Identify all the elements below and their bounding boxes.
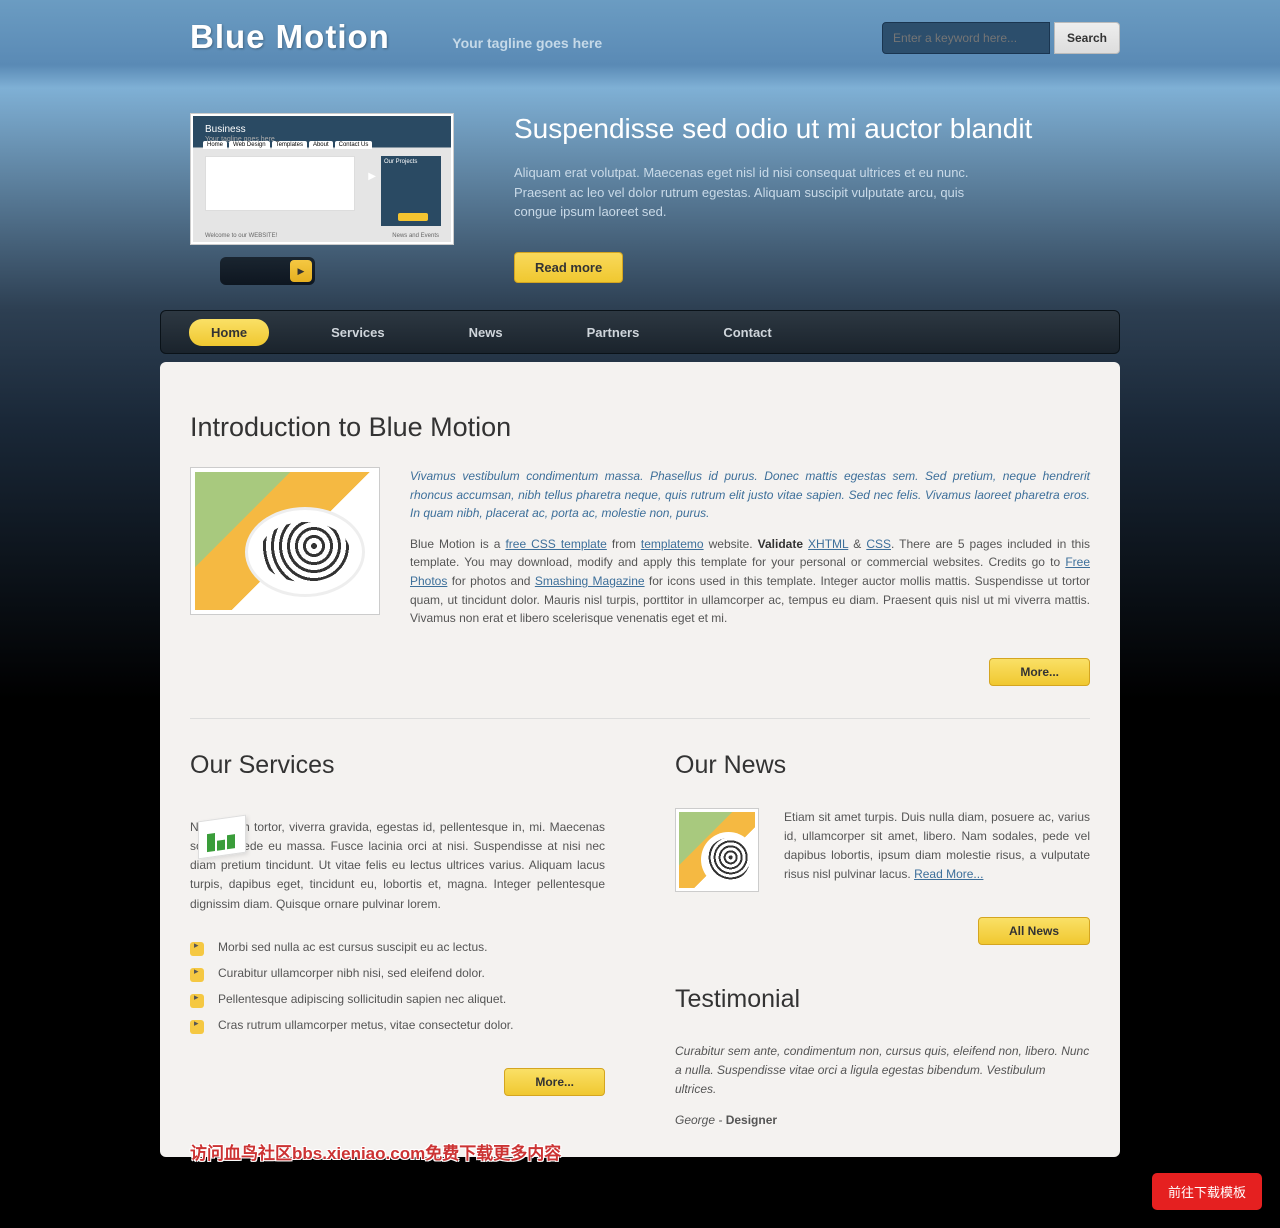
services-list: Morbi sed nulla ac est cursus suscipit e…	[190, 934, 605, 1038]
search-input[interactable]	[882, 22, 1050, 54]
download-template-button[interactable]: 前往下载模板	[1152, 1173, 1262, 1210]
services-more-button[interactable]: More...	[504, 1068, 605, 1096]
news-read-more-link[interactable]: Read More...	[914, 867, 983, 881]
news-column: Our News Etiam sit amet turpis. Duis nul…	[675, 751, 1090, 1128]
thumb-tab: About	[309, 141, 333, 149]
list-item: Morbi sed nulla ac est cursus suscipit e…	[190, 934, 605, 960]
nav-services[interactable]: Services	[309, 319, 407, 346]
nav-contact[interactable]: Contact	[701, 319, 793, 346]
list-item: Pellentesque adipiscing sollicitudin sap…	[190, 986, 605, 1012]
chevron-right-icon: ▶	[368, 171, 376, 182]
news-body: Etiam sit amet turpis. Duis nulla diam, …	[784, 808, 1090, 892]
play-icon[interactable]: ▶	[290, 260, 312, 282]
main-nav: Home Services News Partners Contact	[160, 310, 1120, 354]
nav-news[interactable]: News	[447, 319, 525, 346]
intro-body: Blue Motion is a free CSS template from …	[410, 535, 1090, 628]
intro-heading: Introduction to Blue Motion	[190, 412, 1090, 443]
all-news-button[interactable]: All News	[978, 917, 1090, 945]
news-image	[675, 808, 759, 892]
read-more-button[interactable]: Read more	[514, 252, 623, 283]
header: Blue Motion Your tagline goes here Searc…	[160, 0, 1120, 88]
search-form: Search	[882, 22, 1120, 54]
nav-partners[interactable]: Partners	[565, 319, 662, 346]
link-templatemo[interactable]: templatemo	[641, 537, 704, 551]
services-column: Our Services Nam lorem tortor, viverra g…	[190, 751, 605, 1128]
site-logo: Blue Motion	[190, 18, 390, 56]
thumb-tab: Web Design	[229, 141, 270, 149]
hero-body: Aliquam erat volutpat. Maecenas eget nis…	[514, 163, 994, 222]
hero-title: Suspendisse sed odio ut mi auctor blandi…	[514, 113, 1032, 145]
slideshow-controls: ▶	[220, 257, 315, 285]
nav-home[interactable]: Home	[189, 319, 269, 346]
link-smashing[interactable]: Smashing Magazine	[535, 574, 645, 588]
hero-section: Business Your tagline goes here Home Web…	[160, 88, 1120, 285]
testimonial-quote: Curabitur sem ante, condimentum non, cur…	[675, 1042, 1090, 1100]
hero-thumbnail[interactable]: Business Your tagline goes here Home Web…	[190, 113, 454, 245]
testimonial-author: George - Designer	[675, 1113, 1090, 1127]
list-item: Cras rutrum ullamcorper metus, vitae con…	[190, 1012, 605, 1038]
site-tagline: Your tagline goes here	[452, 35, 602, 51]
link-xhtml[interactable]: XHTML	[808, 537, 848, 551]
thumb-title: Business	[205, 124, 246, 135]
list-item: Curabitur ullamcorper nibh nisi, sed ele…	[190, 960, 605, 986]
intro-image	[190, 467, 380, 615]
thumb-tab: Templates	[272, 141, 307, 149]
news-heading: Our News	[675, 751, 1090, 780]
link-css[interactable]: CSS	[866, 537, 891, 551]
thumb-footer-left: Welcome to our WEBSITE!	[205, 233, 277, 239]
services-heading: Our Services	[190, 751, 605, 780]
promo-banner: 访问血鸟社区bbs.xieniao.com免费下载更多内容	[190, 1139, 561, 1164]
thumb-tab: Home	[203, 141, 227, 149]
intro-text: Vivamus vestibulum condimentum massa. Ph…	[410, 467, 1090, 640]
testimonial-section: Testimonial Curabitur sem ante, condimen…	[675, 985, 1090, 1128]
intro-lead: Vivamus vestibulum condimentum massa. Ph…	[410, 467, 1090, 523]
link-free-css[interactable]: free CSS template	[505, 537, 606, 551]
thumb-tab: Contact Us	[335, 141, 373, 149]
search-button[interactable]: Search	[1054, 22, 1120, 54]
thumb-footer-right: News and Events	[392, 233, 439, 239]
testimonial-heading: Testimonial	[675, 985, 1090, 1014]
intro-more-button[interactable]: More...	[989, 658, 1090, 686]
main-content: Introduction to Blue Motion Vivamus vest…	[160, 362, 1120, 1157]
chart-icon	[190, 808, 260, 868]
